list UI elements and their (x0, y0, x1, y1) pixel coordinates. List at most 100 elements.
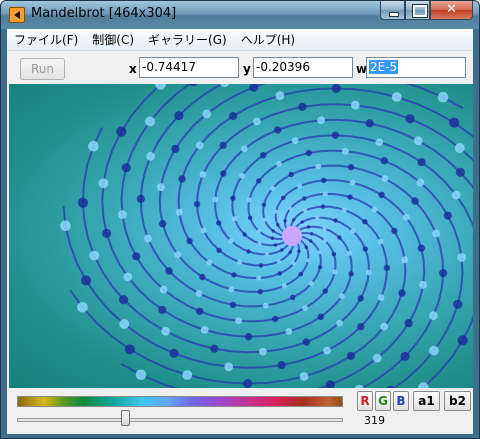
window-title: Mandelbrot [464x304] (31, 6, 177, 21)
close-icon[interactable] (430, 1, 473, 20)
fractal-bud (247, 215, 253, 220)
fractal-bud (124, 344, 135, 355)
fractal-bud (189, 84, 198, 87)
fractal-bud (290, 294, 296, 301)
fractal-bud (317, 116, 325, 125)
fractal-bud (260, 152, 267, 159)
fractal-bud (60, 220, 71, 231)
fractal-bud (377, 294, 385, 301)
maximize-icon[interactable] (405, 1, 430, 20)
fractal-bud (229, 111, 238, 121)
app-icon[interactable] (9, 7, 25, 23)
fractal-bud (372, 353, 382, 363)
fractal-bud (380, 157, 388, 165)
fractal-bud (322, 226, 327, 231)
fractal-bud (297, 183, 303, 189)
run-button[interactable]: Run (20, 58, 65, 80)
color-palette-bar[interactable] (17, 396, 343, 407)
title-bar[interactable]: Mandelbrot [464x304] (1, 1, 479, 29)
fractal-bud (144, 234, 152, 243)
fractal-bud (417, 244, 425, 252)
fractal-bud (429, 345, 439, 356)
fractal-canvas[interactable] (9, 84, 473, 388)
fractal-bud (413, 136, 423, 146)
fractal-bud (342, 147, 349, 155)
fractal-bud (451, 190, 461, 200)
fractal-bud (378, 191, 385, 199)
fractal-bud (77, 302, 88, 313)
fractal-bud (159, 220, 167, 228)
fractal-bud (365, 269, 372, 276)
fractal-bud (228, 238, 234, 244)
menu-help[interactable]: ヘルプ(H) (234, 31, 302, 48)
green-channel-button[interactable]: G (375, 391, 391, 411)
fractal-bud (157, 183, 165, 191)
fractal-bud (258, 263, 264, 268)
fractal-bud (299, 372, 309, 381)
fractal-bud (317, 265, 323, 270)
fractal-bud (212, 196, 219, 203)
fractal-bud (272, 315, 279, 323)
fractal-bud (256, 275, 262, 281)
fractal-bud (146, 151, 156, 161)
fractal-bud (118, 210, 127, 219)
fractal-bud (350, 100, 360, 110)
w-input[interactable]: 2E-5 (366, 57, 466, 78)
fractal-bud (347, 194, 353, 200)
red-channel-button[interactable]: R (357, 391, 373, 411)
fractal-bud (242, 232, 247, 237)
fractal-core (282, 226, 302, 246)
fractal-bud (276, 223, 280, 227)
fractal-bud (232, 216, 237, 222)
palette-slider-track[interactable] (17, 418, 343, 422)
menu-gallery[interactable]: ギャラリー(G) (141, 31, 234, 48)
fractal-bud (276, 161, 282, 167)
fractal-bud (257, 289, 263, 295)
fractal-bud (383, 264, 391, 272)
fractal-bud (182, 370, 193, 380)
fractal-bud (347, 250, 352, 256)
fractal-bud (243, 379, 253, 388)
fractal-bud (241, 145, 248, 153)
fractal-bud (347, 164, 355, 171)
fractal-bud (285, 328, 293, 335)
fractal-bud (401, 256, 409, 264)
minimize-icon[interactable] (380, 1, 405, 20)
fractal-bud (276, 259, 281, 264)
fractal-bud (281, 283, 287, 289)
b2-button[interactable]: b2 (444, 391, 471, 411)
fractal-bud (273, 243, 278, 247)
fractal-bud (349, 179, 356, 186)
fractal-bud (405, 114, 415, 124)
fractal-bud (171, 144, 180, 153)
a1-button[interactable]: a1 (413, 391, 440, 411)
fractal-bud (174, 111, 184, 121)
fractal-bud (123, 272, 133, 282)
fractal-bud (253, 117, 261, 126)
fractal-bud (220, 84, 230, 88)
y-input[interactable]: -0.20396 (253, 57, 353, 78)
blue-channel-button[interactable]: B (393, 391, 409, 411)
fractal-bud (331, 252, 337, 257)
fractal-bud (220, 170, 227, 177)
menu-control[interactable]: 制御(C) (85, 31, 141, 48)
fractal-bud (145, 116, 156, 127)
menu-file[interactable]: ファイル(F) (7, 31, 85, 48)
fractal-bud (400, 351, 410, 361)
palette-slider-thumb[interactable] (120, 410, 130, 426)
fractal-bud (317, 313, 324, 320)
toolbar: Run x -0.74417 y -0.20396 w 2E-5 (7, 52, 473, 84)
fractal-bud (306, 258, 310, 263)
fractal-bud (323, 238, 328, 243)
fractal-bud (443, 211, 452, 220)
fractal-bud (161, 326, 171, 336)
fractal-bud (246, 249, 251, 254)
fractal-bud (136, 194, 145, 203)
fractal-bud (228, 286, 235, 293)
fractal-bud (323, 346, 331, 355)
x-input[interactable]: -0.74417 (139, 57, 239, 78)
fractal-bud (346, 351, 355, 361)
fractal-bud (77, 197, 88, 208)
fractal-bud (256, 178, 262, 184)
fractal-bud (200, 227, 207, 234)
